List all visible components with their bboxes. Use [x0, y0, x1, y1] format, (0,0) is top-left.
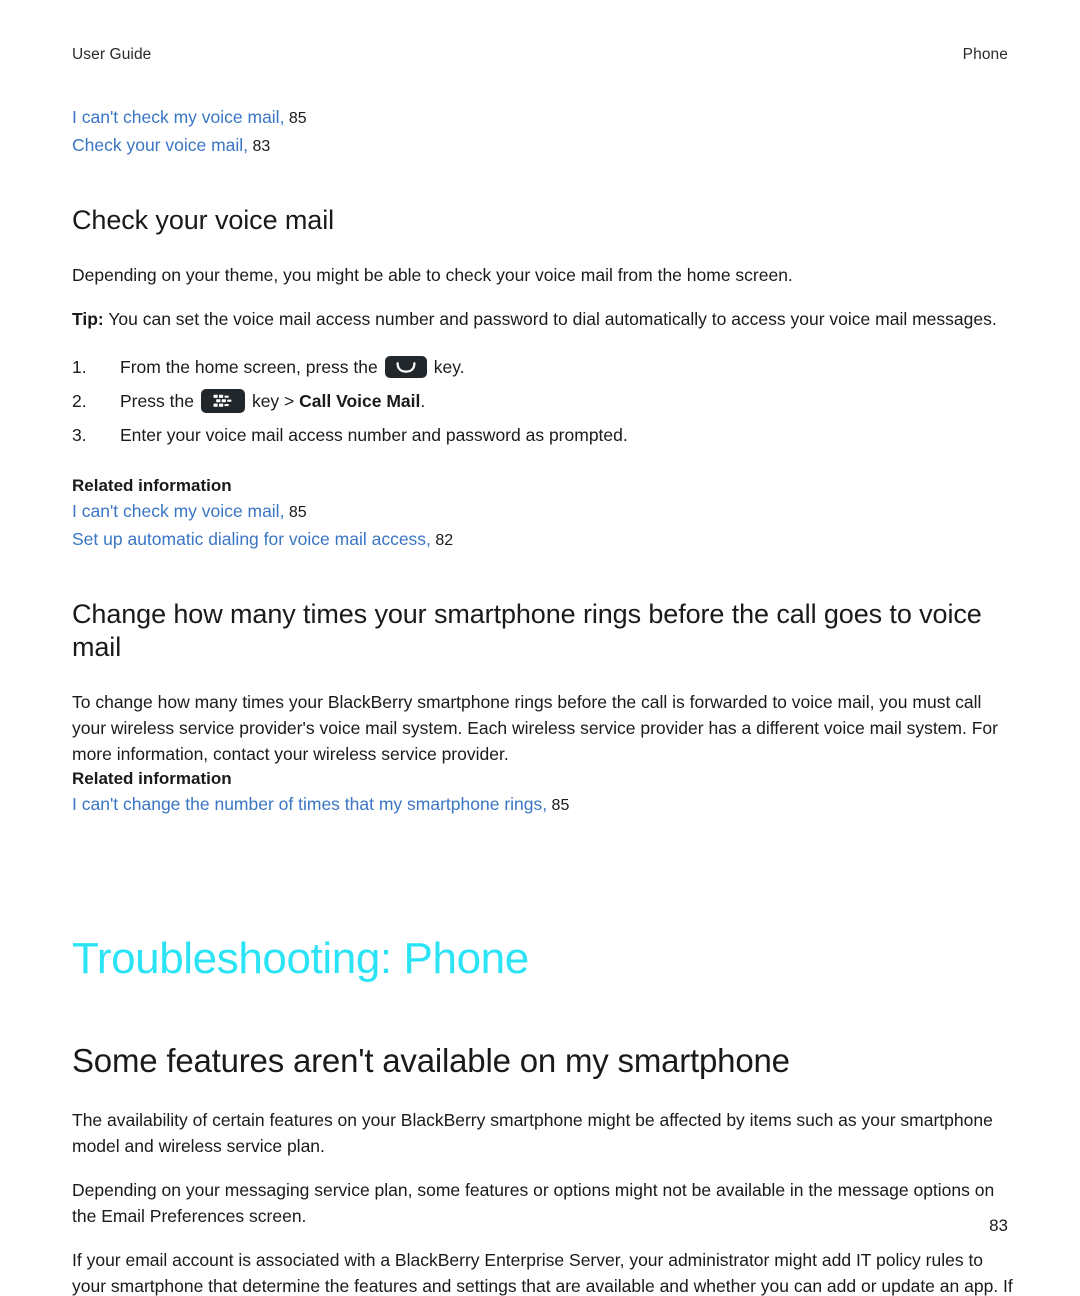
- related-information-heading: Related information: [72, 769, 232, 789]
- list-item: 1. From the home screen, press the key.: [72, 354, 1020, 380]
- crossref-page: 83: [248, 138, 271, 155]
- list-item: Check your voice mail, 83: [72, 132, 1020, 160]
- topic1-related-links: I can't check my voice mail, 85 Set up a…: [72, 498, 1020, 554]
- topic-title-change-rings: Change how many times your smartphone ri…: [72, 599, 982, 662]
- list-item: I can't check my voice mail, 85: [72, 498, 1020, 526]
- chapter-title-troubleshooting-phone: Troubleshooting: Phone: [72, 934, 529, 984]
- step-text-after: key.: [433, 357, 465, 378]
- topic1-tip-paragraph: Tip: You can set the voice mail access n…: [72, 306, 1020, 332]
- top-crossref-list: I can't check my voice mail, 85 Check yo…: [72, 104, 1020, 160]
- running-head: User Guide Phone: [72, 46, 1008, 64]
- send-key-icon: [384, 356, 427, 379]
- blackberry-menu-key-icon: [200, 389, 245, 414]
- crossref-page: 85: [284, 504, 307, 522]
- crossref-link[interactable]: I can't change the number of times that …: [72, 794, 547, 814]
- step-body: Press the key > Call Voice Mail .: [120, 388, 425, 414]
- step-text-before: Press the: [120, 391, 194, 412]
- step-menu-item: Call Voice Mail: [299, 391, 421, 412]
- step-text-tail: .: [420, 391, 426, 412]
- crossref-link[interactable]: Set up automatic dialing for voice mail …: [72, 529, 431, 549]
- topic3-paragraph-3: If your email account is associated with…: [72, 1249, 1013, 1296]
- crossref-page: 85: [284, 110, 307, 127]
- list-item: 3. Enter your voice mail access number a…: [72, 422, 1020, 448]
- topic2-related-links: I can't change the number of times that …: [72, 791, 1020, 819]
- topic3-paragraph-1: The availability of certain features on …: [72, 1109, 993, 1156]
- list-item: 2. Press the key > Call Voice Mail .: [72, 388, 1020, 414]
- running-head-right: Phone: [962, 46, 1008, 63]
- page-number: 83: [989, 1216, 1008, 1235]
- document-page: User Guide Phone I can't check my voice …: [0, 0, 1080, 1296]
- step-number: 3.: [72, 425, 87, 446]
- step-number: 2.: [72, 391, 87, 412]
- topic2-body-paragraph: To change how many times your BlackBerry…: [72, 692, 998, 765]
- tip-text: You can set the voice mail access number…: [108, 309, 997, 330]
- crossref-link[interactable]: I can't check my voice mail,: [72, 107, 284, 127]
- crossref-link[interactable]: Check your voice mail,: [72, 135, 248, 155]
- crossref-page: 82: [430, 532, 454, 550]
- topic1-step-list: 1. From the home screen, press the key. …: [72, 354, 1020, 448]
- list-item: I can't change the number of times that …: [72, 791, 1020, 819]
- related-information-heading: Related information: [72, 476, 232, 496]
- crossref-page: 85: [547, 797, 570, 815]
- topic-title-some-features-unavailable: Some features aren't available on my sma…: [72, 1041, 790, 1079]
- step-body: From the home screen, press the key.: [120, 354, 465, 380]
- list-item: I can't check my voice mail, 85: [72, 104, 1020, 132]
- step-body: Enter your voice mail access number and …: [120, 422, 628, 448]
- running-head-left: User Guide: [72, 46, 152, 63]
- topic3-paragraph-2: Depending on your messaging service plan…: [72, 1179, 995, 1226]
- list-item: Set up automatic dialing for voice mail …: [72, 526, 1020, 554]
- page-content: I can't check my voice mail, 85 Check yo…: [72, 104, 1020, 1296]
- step-number: 1.: [72, 357, 87, 378]
- step-text-before: From the home screen, press the: [120, 357, 378, 378]
- tip-label: Tip:: [72, 309, 104, 330]
- step-text-before: Enter your voice mail access number and …: [120, 425, 628, 446]
- step-text-after: key >: [251, 391, 295, 412]
- topic1-intro-paragraph: Depending on your theme, you might be ab…: [72, 265, 793, 286]
- topic-title-check-voice-mail: Check your voice mail: [72, 205, 334, 235]
- crossref-link[interactable]: I can't check my voice mail,: [72, 501, 284, 521]
